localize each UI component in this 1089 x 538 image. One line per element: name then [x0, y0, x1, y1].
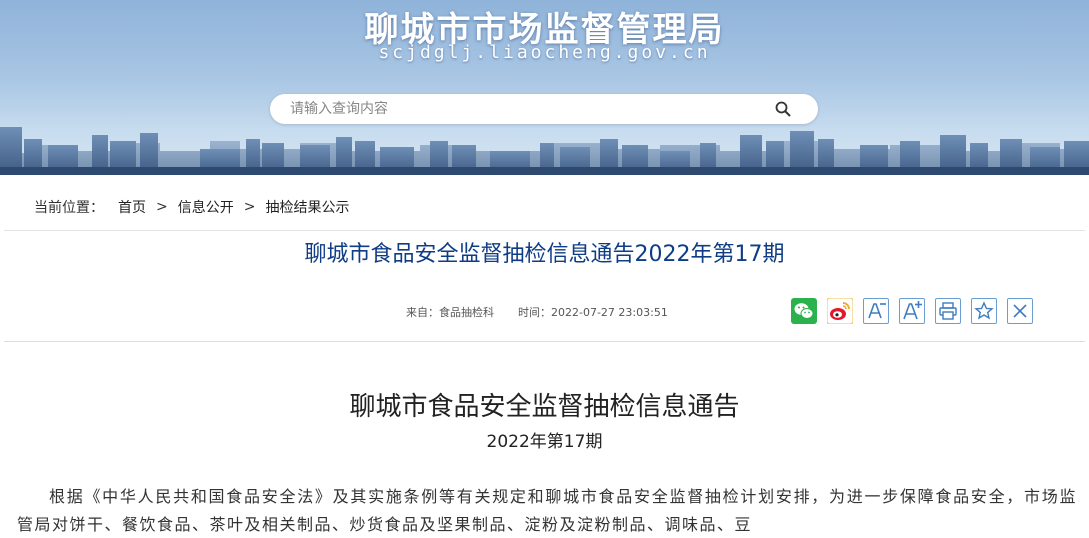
- search-input[interactable]: [290, 98, 770, 120]
- article-title: 聊城市食品安全监督抽检信息通告2022年第17期: [304, 242, 785, 267]
- favorite-button[interactable]: [971, 298, 997, 324]
- article-meta: 来自：食品抽检科 时间：2022-07-27 23:03:51: [406, 304, 668, 320]
- wechat-icon: [791, 298, 817, 324]
- weibo-icon: [827, 298, 853, 324]
- content-paragraph: 根据《中华人民共和国食品安全法》及其实施条例等有关规定和聊城市食品安全监督抽检计…: [17, 487, 1077, 534]
- print-button[interactable]: [935, 298, 961, 324]
- document-subtitle: 2022年第17期: [486, 432, 603, 452]
- article-toolbar: [791, 298, 1033, 324]
- wechat-share-button[interactable]: [791, 298, 817, 324]
- breadcrumb-label: 当前位置：: [34, 200, 104, 216]
- breadcrumb-info-public-link[interactable]: 信息公开: [178, 197, 234, 217]
- document-title: 聊城市食品安全监督抽检信息通告: [349, 392, 740, 422]
- print-icon: [939, 302, 957, 320]
- search-box: [270, 94, 818, 124]
- font-increase-icon: [903, 301, 922, 320]
- search-icon[interactable]: [774, 100, 792, 118]
- article-time: 时间：2022-07-27 23:03:51: [518, 306, 668, 319]
- favorite-icon: [974, 301, 994, 320]
- close-button[interactable]: [1007, 298, 1033, 324]
- breadcrumb: 当前位置： 首页 > 信息公开 > 抽检结果公示: [34, 197, 349, 217]
- font-decrease-icon: [868, 303, 886, 319]
- breadcrumb-home-link[interactable]: 首页: [118, 197, 146, 217]
- weibo-share-button[interactable]: [827, 298, 853, 324]
- site-domain: scjdglj.liaocheng.gov.cn: [378, 42, 711, 63]
- breadcrumb-sampling-results-link[interactable]: 抽检结果公示: [265, 197, 349, 217]
- breadcrumb-separator: >: [243, 199, 256, 215]
- divider: [4, 341, 1085, 342]
- site-banner: 聊城市市场监督管理局 scjdglj.liaocheng.gov.cn: [0, 0, 1089, 175]
- article-source: 来自：食品抽检科: [406, 306, 494, 319]
- font-increase-button[interactable]: [899, 298, 925, 324]
- close-icon: [1013, 304, 1027, 318]
- divider: [4, 230, 1085, 231]
- font-decrease-button[interactable]: [863, 298, 889, 324]
- breadcrumb-separator: >: [156, 199, 168, 215]
